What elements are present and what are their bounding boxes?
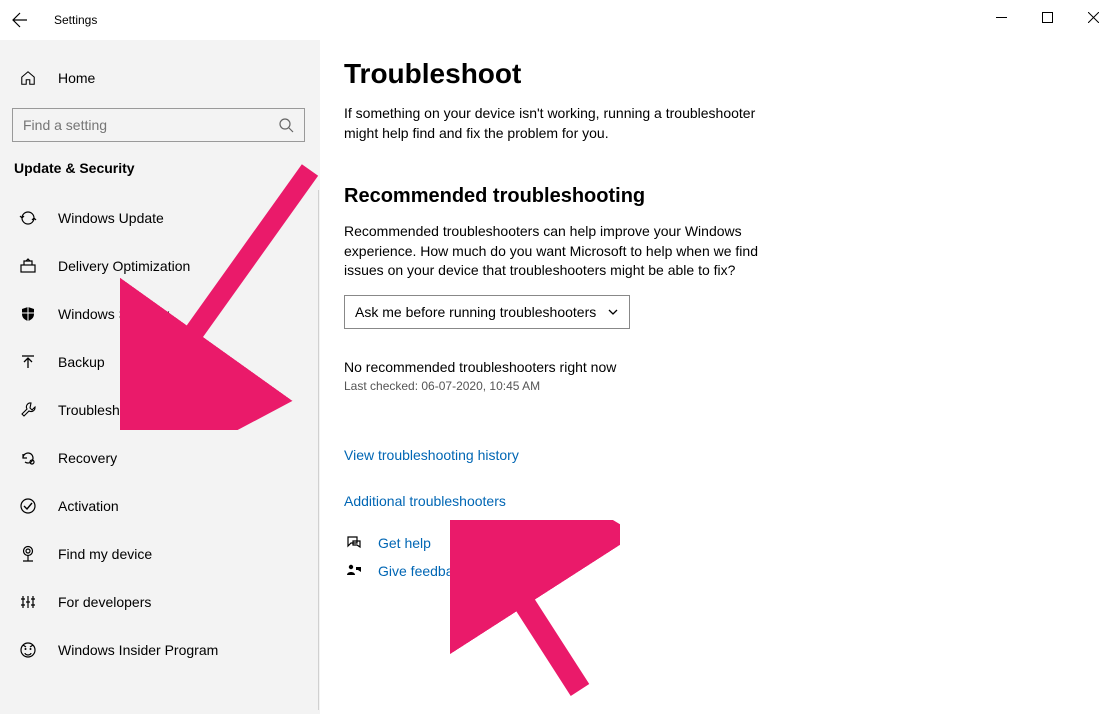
sidebar-item-label: For developers [58, 594, 151, 610]
chevron-down-icon [607, 306, 619, 318]
wrench-icon [18, 401, 38, 419]
last-checked-text: Last checked: 06-07-2020, 10:45 AM [344, 379, 1076, 393]
sidebar-item-find-my-device[interactable]: Find my device [0, 530, 319, 578]
sidebar: Home Update & Security Windows Update De… [0, 40, 320, 714]
sidebar-item-activation[interactable]: Activation [0, 482, 319, 530]
chat-icon [344, 535, 364, 551]
sidebar-item-label: Find my device [58, 546, 152, 562]
shield-icon [18, 305, 38, 323]
sidebar-divider [318, 190, 319, 710]
minimize-button[interactable] [978, 0, 1024, 34]
backup-icon [18, 353, 38, 371]
dropdown-value: Ask me before running troubleshooters [355, 304, 596, 320]
sync-icon [18, 209, 38, 227]
section-description: Recommended troubleshooters can help imp… [344, 222, 774, 281]
get-help-row: Get help [344, 535, 1076, 551]
sidebar-item-label: Delivery Optimization [58, 258, 190, 274]
close-button[interactable] [1070, 0, 1116, 34]
close-icon [1088, 12, 1099, 23]
location-icon [18, 545, 38, 563]
search-icon [278, 117, 294, 133]
sidebar-item-label: Windows Insider Program [58, 642, 218, 658]
sidebar-item-backup[interactable]: Backup [0, 338, 319, 386]
insider-icon [18, 641, 38, 659]
additional-troubleshooters-link[interactable]: Additional troubleshooters [344, 493, 506, 509]
troubleshoot-preference-dropdown[interactable]: Ask me before running troubleshooters [344, 295, 630, 329]
sidebar-item-troubleshoot[interactable]: Troubleshoot [0, 386, 319, 434]
back-button[interactable] [0, 0, 40, 40]
window-title: Settings [54, 13, 97, 27]
sidebar-item-label: Windows Security [58, 306, 169, 322]
sidebar-item-windows-insider[interactable]: Windows Insider Program [0, 626, 319, 674]
sidebar-item-for-developers[interactable]: For developers [0, 578, 319, 626]
sidebar-item-label: Windows Update [58, 210, 164, 226]
minimize-icon [996, 12, 1007, 23]
delivery-icon [18, 257, 38, 275]
sidebar-item-delivery-optimization[interactable]: Delivery Optimization [0, 242, 319, 290]
sidebar-item-recovery[interactable]: Recovery [0, 434, 319, 482]
sidebar-item-label: Recovery [58, 450, 117, 466]
get-help-link[interactable]: Get help [378, 535, 431, 551]
page-title: Troubleshoot [344, 58, 1076, 90]
sidebar-item-label: Backup [58, 354, 105, 370]
sidebar-item-label: Activation [58, 498, 119, 514]
window-controls [978, 0, 1116, 34]
status-text: No recommended troubleshooters right now [344, 359, 1076, 375]
sidebar-item-windows-update[interactable]: Windows Update [0, 194, 319, 242]
intro-text: If something on your device isn't workin… [344, 104, 774, 143]
sidebar-section-title: Update & Security [0, 156, 319, 194]
feedback-icon [344, 563, 364, 579]
titlebar: Settings [0, 0, 1116, 40]
section-heading: Recommended troubleshooting [344, 185, 1076, 208]
home-icon [18, 70, 38, 86]
checkmark-icon [18, 497, 38, 515]
maximize-icon [1042, 12, 1053, 23]
search-input[interactable] [23, 117, 278, 133]
sidebar-home-label: Home [58, 70, 95, 86]
back-arrow-icon [12, 12, 28, 28]
sidebar-home[interactable]: Home [0, 58, 319, 98]
search-box[interactable] [12, 108, 305, 142]
sidebar-item-windows-security[interactable]: Windows Security [0, 290, 319, 338]
give-feedback-link[interactable]: Give feedback [378, 563, 468, 579]
developers-icon [18, 593, 38, 611]
recovery-icon [18, 449, 38, 467]
sidebar-item-label: Troubleshoot [58, 402, 139, 418]
view-history-link[interactable]: View troubleshooting history [344, 447, 519, 463]
give-feedback-row: Give feedback [344, 563, 1076, 579]
maximize-button[interactable] [1024, 0, 1070, 34]
main-content: Troubleshoot If something on your device… [320, 40, 1116, 714]
